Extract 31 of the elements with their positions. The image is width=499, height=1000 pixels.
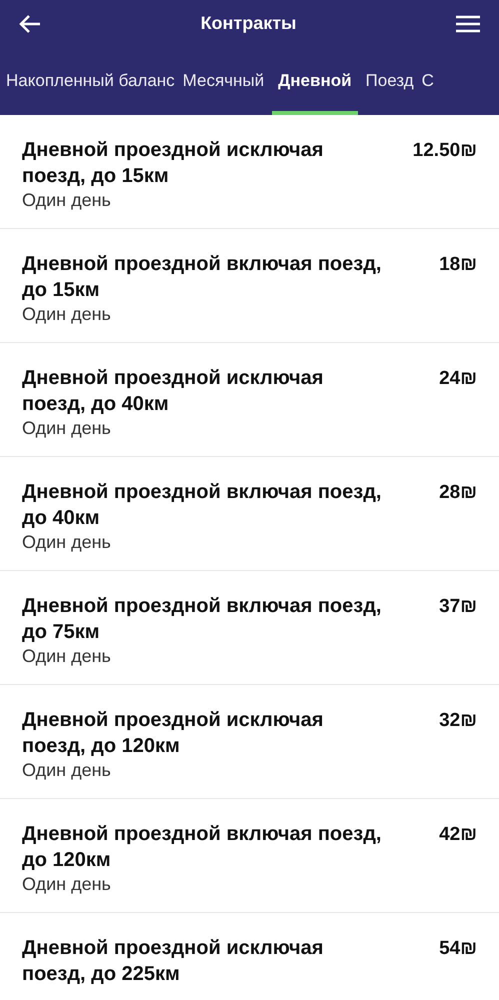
contract-title: Дневной проездной исключая поезд, до 120км: [22, 708, 324, 759]
tab[interactable]: Накопленный баланс: [6, 47, 175, 115]
contract-price: 42₪: [439, 823, 477, 847]
contract-price: 37₪: [439, 595, 477, 619]
menu-icon[interactable]: [455, 14, 481, 34]
contract-price: 12.50₪: [412, 139, 477, 163]
contract-title: Дневной проездной исключая поезд, до 225км: [22, 936, 324, 987]
contract-price: 54₪: [439, 937, 477, 961]
contract-duration: Один день: [22, 531, 112, 553]
contract-title: Дневной проездной исключая поезд, до 15км: [22, 138, 324, 189]
tab[interactable]: Месячный: [182, 47, 264, 115]
contract-title: Дневной проездной включая поезд, до 40км: [22, 480, 382, 531]
contract-price: 28₪: [439, 481, 477, 505]
contract-duration: Один день: [22, 873, 112, 895]
contract-title: Дневной проездной исключая поезд, до 40км: [22, 366, 324, 417]
tab[interactable]: Поезд: [366, 47, 414, 115]
contract-title: Дневной проездной включая поезд, до 75км: [22, 594, 382, 645]
tab[interactable]: С: [422, 47, 434, 115]
contract-price: 24₪: [439, 367, 477, 391]
contract-title: Дневной проездной включая поезд, до 120км: [22, 822, 382, 873]
contract-duration: Один день: [22, 759, 112, 781]
contract-price: 18₪: [439, 253, 477, 277]
contract-duration: Один день: [22, 303, 112, 325]
screen-title: Контракты: [200, 12, 296, 35]
tab[interactable]: Дневной: [272, 47, 358, 115]
contract-duration: Один день: [22, 417, 112, 439]
contract-price: 32₪: [439, 709, 477, 733]
back-icon[interactable]: [18, 14, 42, 34]
contract-duration: Один день: [22, 645, 112, 667]
contract-title: Дневной проездной включая поезд, до 15км: [22, 252, 382, 303]
contract-duration: Один день: [22, 189, 112, 211]
